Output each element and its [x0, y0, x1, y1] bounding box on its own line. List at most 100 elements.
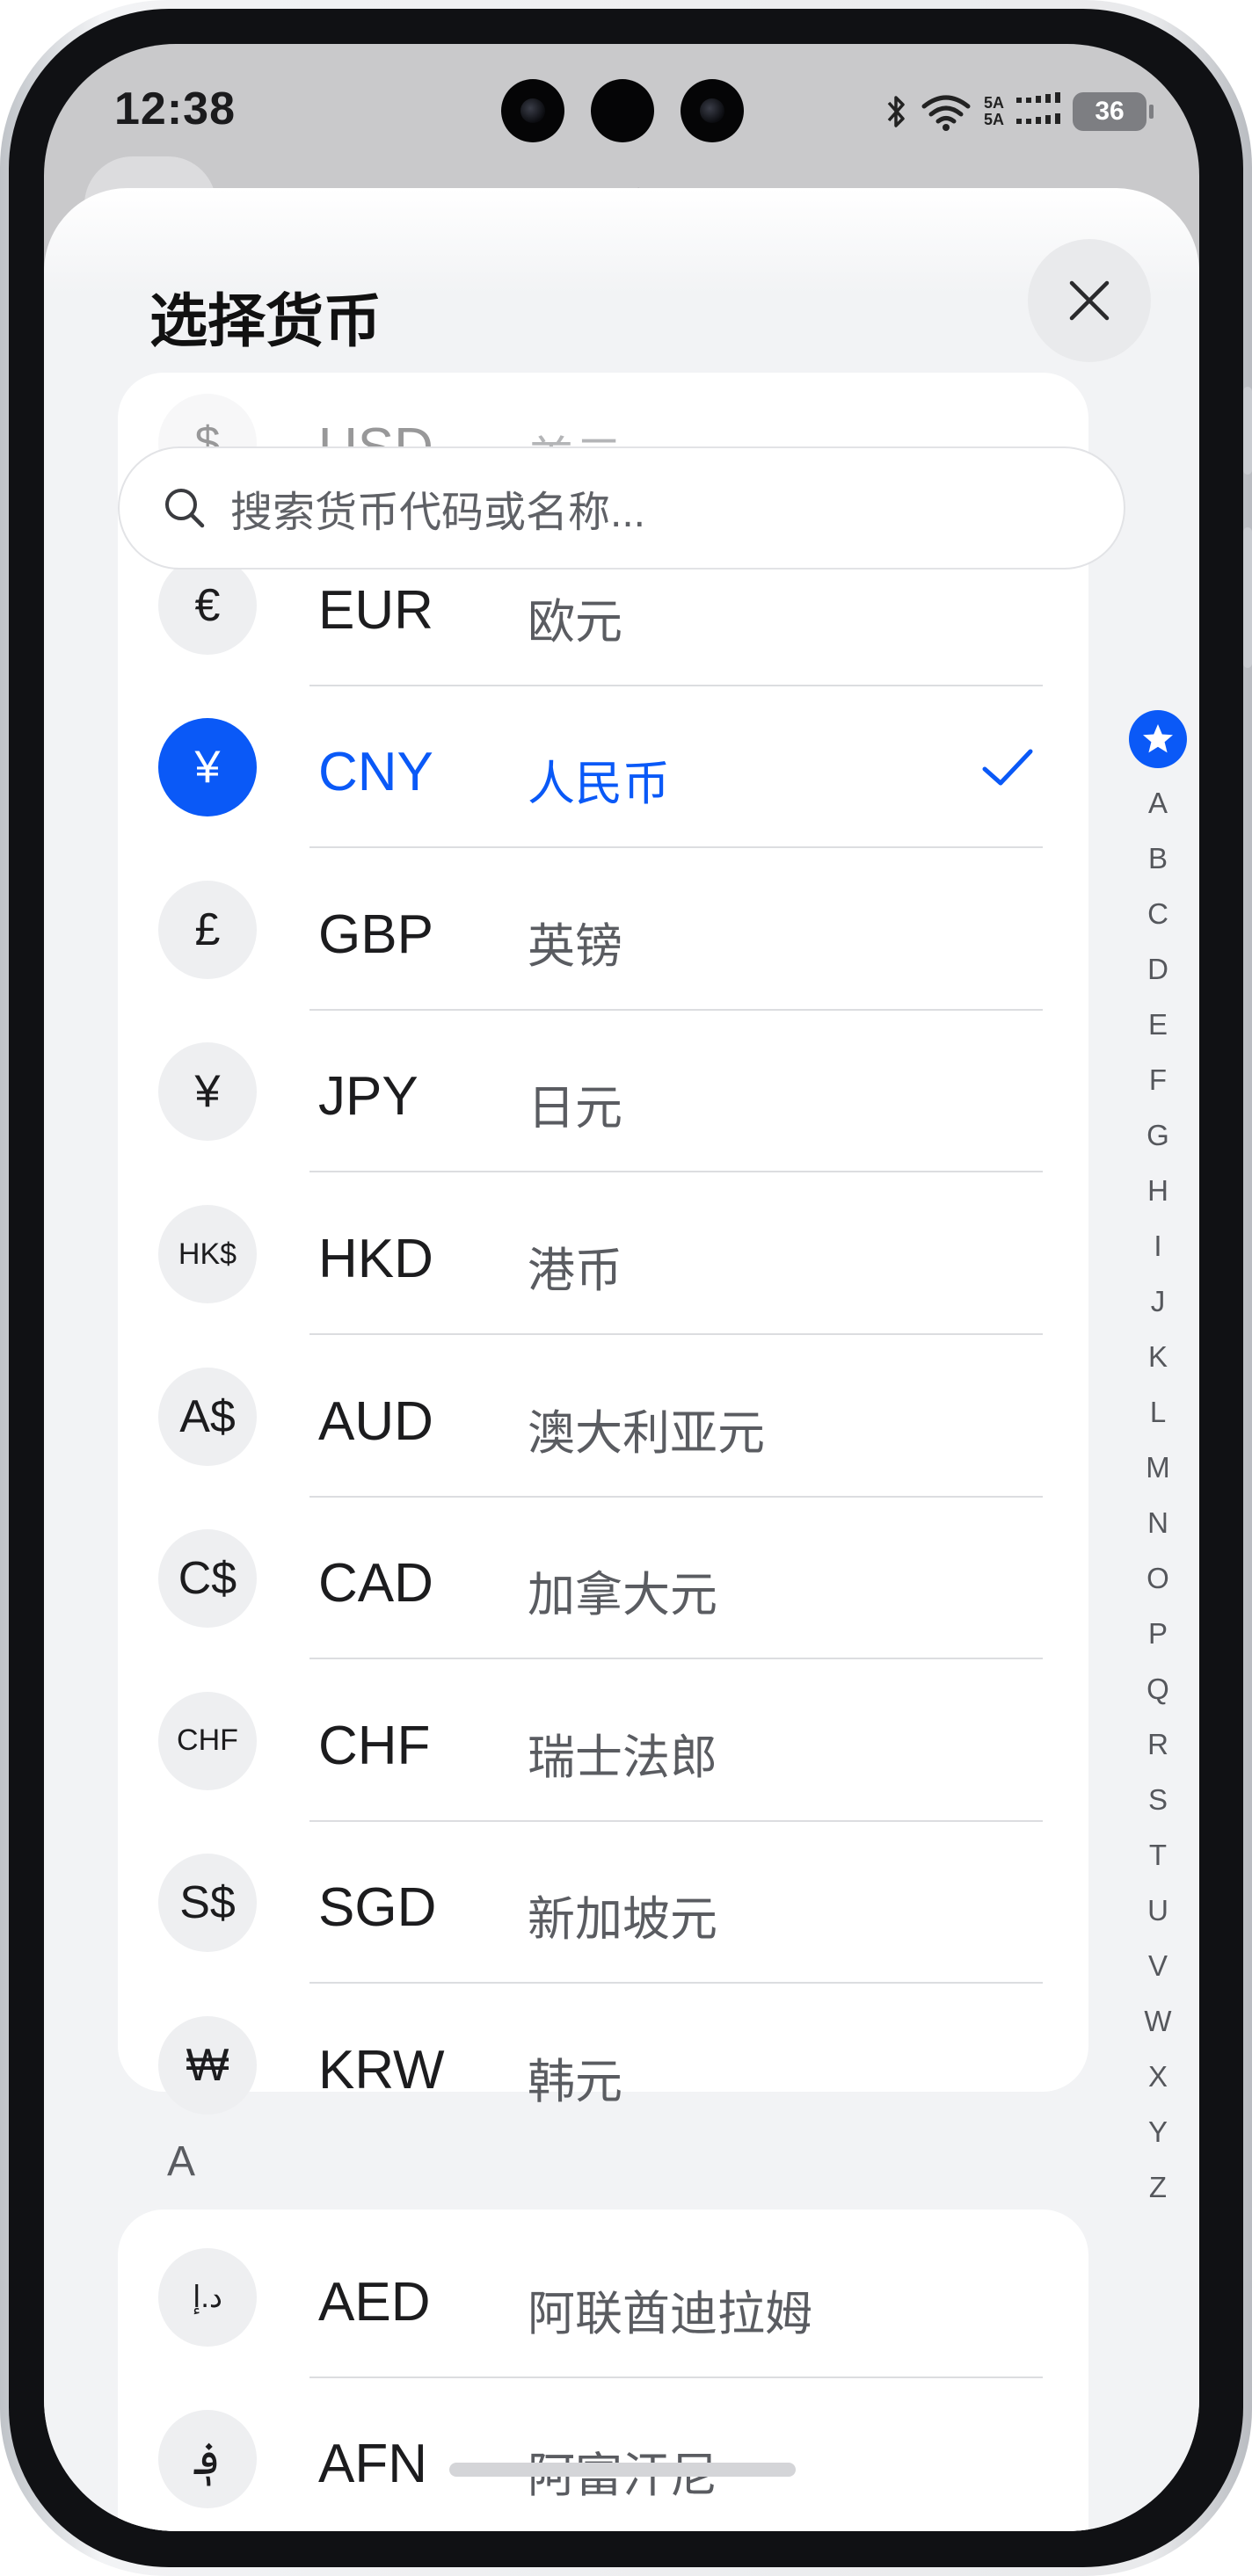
- section-label-a: A: [167, 2138, 196, 2185]
- checkmark-icon: [982, 749, 1033, 786]
- currency-symbol-icon: £: [158, 880, 257, 979]
- currency-row-gbp[interactable]: £ GBP 英镑: [118, 849, 1088, 1011]
- currency-name: 港币: [528, 1244, 622, 1297]
- currency-row-chf[interactable]: CHF CHF 瑞士法郎: [118, 1660, 1088, 1822]
- index-letter-p[interactable]: P: [1127, 1606, 1189, 1661]
- currency-code: SGD: [318, 1877, 437, 1939]
- currency-symbol-icon: A$: [158, 1367, 257, 1466]
- volume-button: [1243, 387, 1252, 475]
- currency-code: EUR: [318, 579, 433, 641]
- search-placeholder: 搜索货币代码或名称...: [230, 490, 646, 536]
- section-a-card: د.إAED阿联酋迪拉姆؋AFN阿富汗尼: [118, 2210, 1088, 2531]
- currency-symbol-icon: ¥: [158, 718, 257, 817]
- currency-name: 澳大利亚元: [528, 1406, 765, 1460]
- close-icon: [1069, 280, 1110, 321]
- currency-name: 瑞士法郎: [528, 1731, 717, 1784]
- index-letter-r[interactable]: R: [1127, 1716, 1189, 1772]
- camera-right: [681, 79, 744, 142]
- search-icon: [165, 489, 205, 528]
- currency-code: AFN: [318, 2434, 427, 2494]
- status-bar: 12:38 5A 5A 36: [44, 44, 1199, 185]
- wifi-icon: [921, 95, 971, 131]
- index-letter-b[interactable]: B: [1127, 831, 1189, 886]
- currency-picker-sheet: $USD美元€EUR欧元¥CNY人民币£GBP英镑¥JPY日元HK$HKD港币A…: [44, 188, 1199, 2531]
- currency-code: KRW: [318, 2040, 445, 2101]
- home-indicator: [449, 2463, 796, 2477]
- currency-code: CAD: [318, 1553, 433, 1615]
- index-letter-y[interactable]: Y: [1127, 2104, 1189, 2159]
- currency-code: AUD: [318, 1390, 433, 1452]
- index-letter-u[interactable]: U: [1127, 1883, 1189, 1938]
- currency-symbol-icon: د.إ: [158, 2248, 257, 2347]
- currency-symbol-icon: ¥: [158, 1042, 257, 1142]
- index-letter-f[interactable]: F: [1127, 1052, 1189, 1107]
- currency-name: 英镑: [528, 919, 622, 973]
- currency-symbol-icon: S$: [158, 1854, 257, 1953]
- screen: 12:38 5A 5A 36 $ € EUR 欧元 ¥ CNY 人民币 £ GB…: [44, 44, 1199, 2531]
- index-letter-e[interactable]: E: [1127, 997, 1189, 1052]
- currency-row-krw[interactable]: ₩ KRW 韩元: [118, 1985, 1088, 2146]
- currency-name: 新加坡元: [528, 1893, 717, 1947]
- index-letter-i[interactable]: I: [1127, 1218, 1189, 1273]
- index-letter-j[interactable]: J: [1127, 1273, 1189, 1329]
- currency-row-afn[interactable]: ؋AFN阿富汗尼: [118, 2378, 1088, 2531]
- camera-center: [591, 79, 654, 142]
- index-letter-t[interactable]: T: [1127, 1827, 1189, 1883]
- currency-name: 韩元: [528, 2056, 622, 2108]
- currency-name: 阿联酋迪拉姆: [528, 2288, 812, 2340]
- currency-symbol-icon: ₩: [158, 2016, 257, 2115]
- index-letter-s[interactable]: S: [1127, 1772, 1189, 1827]
- currency-row-aed[interactable]: د.إ AED 阿联酋迪拉姆: [118, 2217, 1088, 2378]
- battery-icon: 36: [1073, 92, 1154, 131]
- index-letter-z[interactable]: Z: [1127, 2159, 1189, 2215]
- currency-name: 加拿大元: [528, 1569, 717, 1622]
- currency-code: GBP: [318, 903, 433, 965]
- currency-name: 人民币: [528, 758, 670, 811]
- index-letter-c[interactable]: C: [1127, 886, 1189, 941]
- index-letter-q[interactable]: Q: [1127, 1661, 1189, 1716]
- index-letter-x[interactable]: X: [1127, 2049, 1189, 2104]
- currency-row-cny[interactable]: ¥ CNY 人民币: [118, 686, 1088, 849]
- sheet-title: 选择货币: [149, 288, 382, 353]
- status-icons: 5A 5A 36: [885, 91, 1154, 132]
- search-input[interactable]: 搜索货币代码或名称...: [118, 446, 1125, 570]
- currency-symbol-icon: €: [158, 555, 257, 655]
- currency-code: CHF: [318, 1715, 431, 1776]
- currency-code: AED: [318, 2272, 431, 2333]
- currency-name: 日元: [528, 1082, 622, 1136]
- currency-row-jpy[interactable]: ¥ JPY 日元: [118, 1011, 1088, 1173]
- star-icon[interactable]: [1129, 710, 1187, 768]
- index-letter-v[interactable]: V: [1127, 1938, 1189, 1993]
- camera-left: [501, 79, 564, 142]
- index-letter-h[interactable]: H: [1127, 1163, 1189, 1218]
- index-letter-m[interactable]: M: [1127, 1440, 1189, 1495]
- signal-icon: [1016, 92, 1060, 124]
- currency-symbol-icon: HK$: [158, 1205, 257, 1303]
- common-currency-card: $USD美元€EUR欧元¥CNY人民币£GBP英镑¥JPY日元HK$HKD港币A…: [118, 373, 1088, 2115]
- currency-name: 欧元: [528, 595, 622, 649]
- index-letter-o[interactable]: O: [1127, 1550, 1189, 1606]
- index-letter-n[interactable]: N: [1127, 1495, 1189, 1550]
- network-type: 5A 5A: [983, 94, 1004, 128]
- close-button[interactable]: [1028, 239, 1151, 362]
- currency-row-cad[interactable]: C$ CAD 加拿大元: [118, 1498, 1088, 1660]
- currency-code: HKD: [318, 1229, 433, 1289]
- currency-row-hkd[interactable]: HK$ HKD 港币: [118, 1173, 1088, 1335]
- alphabet-index[interactable]: ABCDEFGHIJKLMNOPQRSTUVWXYZ: [1127, 710, 1189, 2215]
- currency-symbol-icon: CHF: [158, 1691, 257, 1790]
- status-time: 12:38: [114, 83, 236, 134]
- power-button: [1243, 527, 1252, 668]
- index-letter-k[interactable]: K: [1127, 1329, 1189, 1384]
- currency-row-aud[interactable]: A$ AUD 澳大利亚元: [118, 1336, 1088, 1498]
- index-letter-w[interactable]: W: [1127, 1993, 1189, 2049]
- index-letter-g[interactable]: G: [1127, 1107, 1189, 1163]
- currency-code: JPY: [318, 1066, 419, 1128]
- currency-code: CNY: [318, 742, 433, 803]
- index-letter-l[interactable]: L: [1127, 1384, 1189, 1440]
- index-letter-a[interactable]: A: [1127, 775, 1189, 831]
- index-letter-d[interactable]: D: [1127, 941, 1189, 997]
- bluetooth-icon: [887, 96, 905, 127]
- currency-symbol-icon: ؋: [158, 2410, 257, 2508]
- currency-symbol-icon: C$: [158, 1529, 257, 1629]
- currency-row-sgd[interactable]: S$ SGD 新加坡元: [118, 1822, 1088, 1985]
